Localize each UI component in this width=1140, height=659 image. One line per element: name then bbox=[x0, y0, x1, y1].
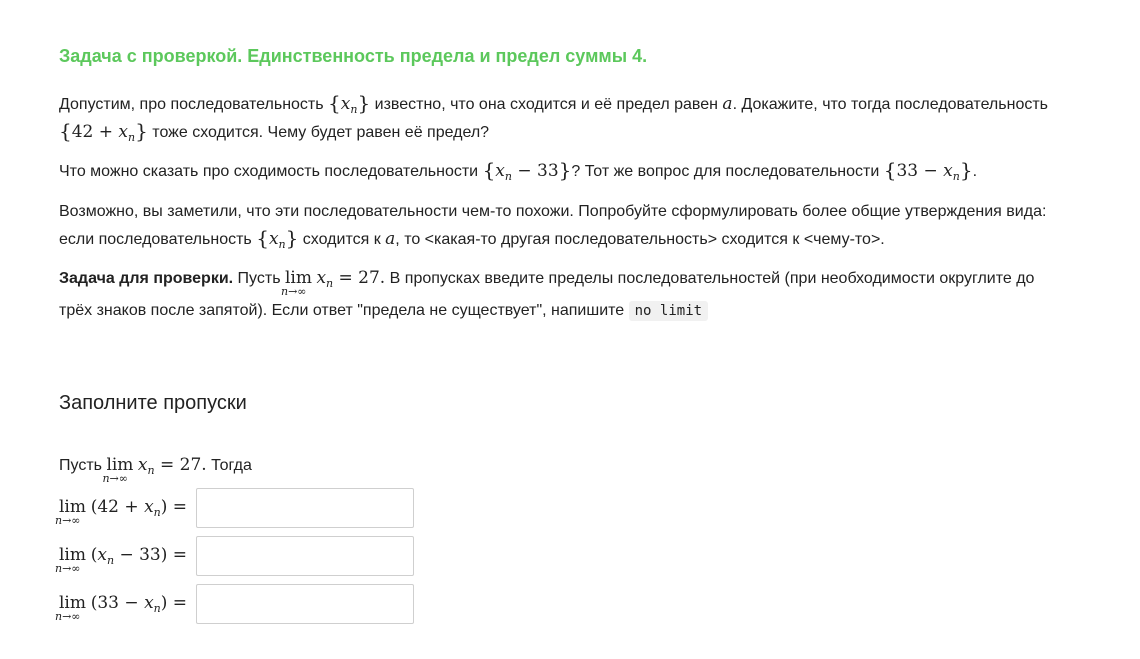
task-statement-paragraph: Допустим, про последовательность {xn} из… bbox=[59, 90, 1069, 146]
hint-paragraph: Возможно, вы заметили, что эти последова… bbox=[59, 199, 1069, 253]
math-limit-expr: xn = 27. bbox=[316, 268, 386, 290]
math-seq-33-minus-xn: {33 − xn} bbox=[883, 158, 973, 183]
text-fragment: ? Тот же вопрос для последовательности bbox=[571, 163, 884, 180]
task-title: Задача с проверкой. Единственность преде… bbox=[59, 46, 648, 66]
text-fragment: известно, что она сходится и её предел р… bbox=[370, 96, 723, 113]
question-paragraph: Что можно сказать про сходимость последо… bbox=[59, 157, 1069, 185]
text-fragment: . Докажите, что тогда последовательность bbox=[732, 96, 1048, 113]
check-task-label: Задача для проверки. bbox=[59, 270, 234, 287]
answer-input-42-plus-xn[interactable] bbox=[196, 488, 414, 528]
text-fragment: тоже сходится. Чему будет равен её преде… bbox=[147, 124, 490, 141]
text-fragment: , то <какая-то другая последовательность… bbox=[395, 231, 885, 248]
check-task-paragraph: Задача для проверки. Пусть lim n→∞ xn = 2… bbox=[59, 262, 1069, 327]
text-fragment: если последовательность bbox=[59, 231, 257, 248]
math-limit: lim n→∞ bbox=[102, 455, 134, 485]
text-fragment: Что можно сказать про сходимость последо… bbox=[59, 163, 483, 180]
math-limit-expr: xn = 27. bbox=[137, 455, 207, 477]
code-no-limit: no limit bbox=[628, 301, 709, 321]
text-fragment: Пусть bbox=[59, 457, 107, 474]
math-a: a bbox=[722, 94, 733, 114]
blank-row-42-plus-xn: lim n→∞ (42 + xn) = bbox=[55, 488, 419, 530]
math-limit: lim n→∞ bbox=[280, 268, 312, 298]
math-seq-xn: {xn} bbox=[256, 226, 299, 251]
text-fragment: Пусть bbox=[233, 270, 285, 287]
math-seq-xn: {xn} bbox=[328, 91, 371, 116]
math-seq-xn-minus-33: {xn − 33} bbox=[482, 158, 572, 183]
limit-expression: lim n→∞ (33 − xn) = bbox=[55, 593, 188, 623]
blank-row-xn-minus-33: lim n→∞ (xn − 33) = bbox=[55, 536, 419, 578]
answer-input-33-minus-xn[interactable] bbox=[196, 584, 414, 624]
blank-row-33-minus-xn: lim n→∞ (33 − xn) = bbox=[55, 584, 419, 626]
answer-input-xn-minus-33[interactable] bbox=[196, 536, 414, 576]
text-fragment: сходится к bbox=[298, 231, 386, 248]
fill-intro: Пусть lim n→∞ xn = 27. Тогда bbox=[59, 454, 252, 485]
text-fragment: Возможно, вы заметили, что эти последова… bbox=[59, 203, 1047, 220]
text-fragment: Тогда bbox=[206, 457, 252, 474]
fill-blanks-heading: Заполните пропуски bbox=[59, 392, 247, 414]
text-fragment: . bbox=[972, 163, 978, 180]
math-a: a bbox=[385, 229, 396, 249]
limit-expression: lim n→∞ (xn − 33) = bbox=[55, 545, 188, 575]
math-seq-42-plus-xn: {42 + xn} bbox=[59, 119, 148, 144]
limit-expression: lim n→∞ (42 + xn) = bbox=[55, 497, 188, 527]
text-fragment: Допустим, про последовательность bbox=[59, 96, 329, 113]
